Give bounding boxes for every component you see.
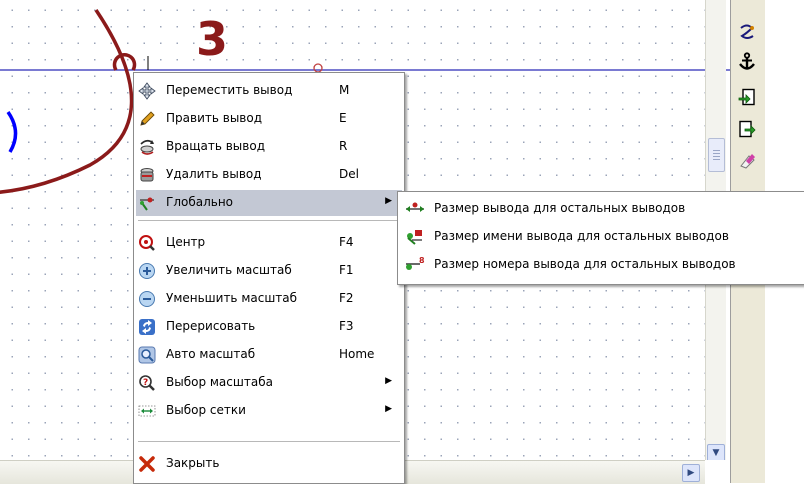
menu-separator xyxy=(138,441,400,442)
menu-item-auto-zoom[interactable]: Авто масштаб Home xyxy=(136,342,402,368)
vertical-scroll-thumb[interactable] xyxy=(708,138,725,172)
menu-item-zoom-out[interactable]: Уменьшить масштаб F2 xyxy=(136,286,402,312)
delete-icon xyxy=(138,166,156,184)
selected-arc xyxy=(6,110,18,153)
move-icon xyxy=(138,82,156,100)
scroll-down-button[interactable]: ▼ xyxy=(707,444,725,460)
submenu-arrow-icon: ▶ xyxy=(385,196,392,206)
context-menu: Переместить вывод M Править вывод E Вращ… xyxy=(133,72,405,484)
menu-item-redraw[interactable]: Перерисовать F3 xyxy=(136,314,402,340)
menu-item-zoom-in[interactable]: Увеличить масштаб F1 xyxy=(136,258,402,284)
pencil-icon xyxy=(138,110,156,128)
zoom-out-icon xyxy=(138,290,156,308)
reference-number: 3 xyxy=(196,12,228,66)
submenu-arrow-icon: ▶ xyxy=(385,404,392,414)
rotate-icon xyxy=(138,138,156,156)
menu-item-grid-select[interactable]: Выбор сетки ▶ xyxy=(136,398,402,424)
pin-name-size-icon xyxy=(404,228,426,246)
part-body-arc xyxy=(0,9,134,194)
export-icon[interactable] xyxy=(735,117,759,141)
zoom-in-icon xyxy=(138,262,156,280)
menu-item-close[interactable]: Закрыть xyxy=(136,451,402,477)
import-icon[interactable] xyxy=(735,85,759,109)
grid-select-icon xyxy=(138,402,156,420)
menu-item-edit-pin[interactable]: Править вывод E xyxy=(136,106,402,132)
pin-size-icon xyxy=(404,200,426,218)
submenu-item-pin-size[interactable]: Размер вывода для остальных выводов xyxy=(402,196,801,222)
pin-end-marker xyxy=(313,63,323,73)
menu-item-center[interactable]: Центр F4 xyxy=(136,230,402,256)
redraw-icon xyxy=(138,318,156,336)
svg-text:8: 8 xyxy=(419,256,425,265)
menu-item-move-pin[interactable]: Переместить вывод M xyxy=(136,78,402,104)
global-submenu: Размер вывода для остальных выводов Разм… xyxy=(397,191,804,285)
menu-item-zoom-select[interactable]: ? Выбор масштаба ▶ xyxy=(136,370,402,396)
auto-zoom-icon xyxy=(138,346,156,364)
menu-item-delete-pin[interactable]: Удалить вывод Del xyxy=(136,162,402,188)
submenu-item-pin-number-size[interactable]: 8 Размер номера вывода для остальных выв… xyxy=(402,252,801,278)
menu-item-rotate-pin[interactable]: Вращать вывод R xyxy=(136,134,402,160)
menu-item-global[interactable]: Глобально ▶ xyxy=(136,190,402,216)
wire-icon[interactable] xyxy=(735,20,759,44)
center-icon xyxy=(138,234,156,252)
anchor-icon[interactable] xyxy=(735,50,759,74)
submenu-arrow-icon: ▶ xyxy=(385,376,392,386)
pin-number-size-icon: 8 xyxy=(404,256,426,274)
scroll-right-button[interactable]: ▶ xyxy=(682,464,700,482)
submenu-item-pin-name-size[interactable]: Размер имени вывода для остальных выводо… xyxy=(402,224,801,250)
close-icon xyxy=(138,455,156,473)
global-pin-icon xyxy=(138,194,156,212)
svg-text:?: ? xyxy=(143,378,148,388)
menu-separator xyxy=(138,220,400,221)
zoom-select-icon: ? xyxy=(138,374,156,392)
eraser-icon[interactable] xyxy=(735,148,759,172)
